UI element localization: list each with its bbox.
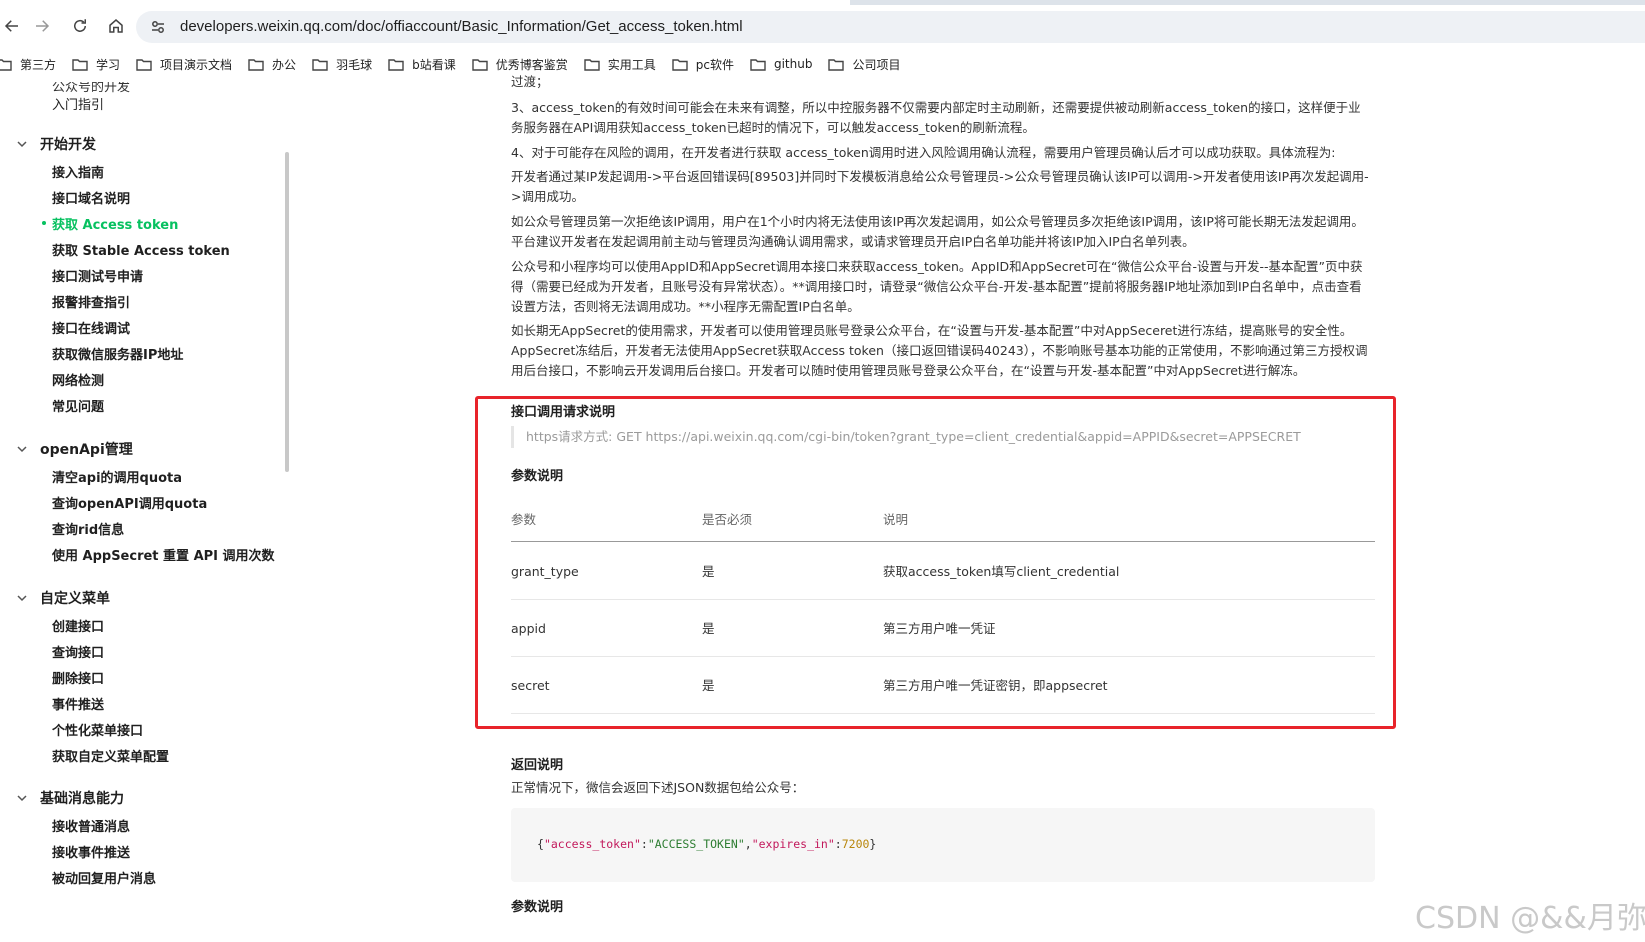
bookmark-label: pc软件 [695, 57, 734, 72]
red-highlight-annotation [475, 396, 1396, 729]
bookmark-folder[interactable]: github [750, 57, 812, 71]
back-icon[interactable] [0, 14, 24, 38]
home-icon[interactable] [104, 14, 128, 38]
folder-icon [248, 58, 264, 71]
bookmark-folder[interactable]: 办公 [248, 56, 296, 73]
sidebar-item[interactable]: 接口测试号申请 [52, 266, 143, 285]
sidebar-item[interactable]: 接收事件推送 [52, 842, 130, 861]
paragraph-3: 3、access_token的有效时间可能会在未来有调整，所以中控服务器不仅需要… [511, 100, 1361, 135]
folder-icon [472, 58, 488, 71]
sidebar-group-title: 基础消息能力 [40, 791, 124, 807]
sidebar-item[interactable]: 被动回复用户消息 [52, 868, 156, 887]
sidebar-group-header[interactable]: 自定义菜单 [0, 588, 110, 608]
json-code: {"access_token":"ACCESS_TOKEN","expires_… [537, 837, 877, 851]
sidebar-group-header[interactable]: openApi管理 [0, 439, 133, 459]
bookmark-folder[interactable]: 公司项目 [828, 56, 900, 73]
browser-toolbar: developers.weixin.qq.com/doc/offiaccount… [0, 5, 1645, 47]
bookmark-folder[interactable]: pc软件 [672, 56, 734, 73]
bookmark-label: 第三方 [20, 57, 57, 72]
paragraph-6: 如公众号管理员第一次拒绝该IP调用，用户在1个小时内将无法使用该IP再次发起调用… [511, 214, 1364, 249]
sidebar-group-header[interactable]: 开始开发 [0, 134, 96, 154]
sidebar-item[interactable]: 接收普通消息 [52, 816, 130, 835]
paragraph-5: 开发者通过某IP发起调用->平台返回错误码[89503]并同时下发模板消息给公众… [511, 169, 1369, 204]
reload-icon[interactable] [68, 14, 92, 38]
sidebar-item[interactable]: 获取 Stable Access token [52, 240, 230, 259]
bookmark-label: 优秀博客鉴赏 [495, 57, 568, 72]
sidebar-item[interactable]: 接口域名说明 [52, 188, 130, 207]
sidebar-group-title: 开始开发 [40, 137, 96, 153]
chevron-down-icon [17, 446, 27, 453]
folder-icon [312, 58, 328, 71]
sidebar-item[interactable]: 获取微信服务器IP地址 [52, 344, 183, 363]
sidebar-item[interactable]: 查询接口 [52, 642, 104, 661]
sidebar-scrollbar[interactable] [285, 152, 289, 472]
bookmark-folder[interactable]: 优秀博客鉴赏 [472, 56, 568, 73]
code-block: {"access_token":"ACCESS_TOKEN","expires_… [511, 808, 1375, 882]
params-section-title-2: 参数说明 [511, 900, 564, 915]
sidebar-item[interactable]: 入门指引 [52, 94, 104, 113]
sidebar-item[interactable]: 查询rid信息 [52, 519, 124, 538]
sidebar-item[interactable]: 获取 Access token [41, 214, 178, 233]
bookmark-folder[interactable]: 第三方 [0, 56, 56, 73]
sidebar-item[interactable]: 使用 AppSecret 重置 API 调用次数 [52, 545, 275, 564]
bookmark-label: 羽毛球 [336, 57, 373, 72]
sidebar-group-header[interactable]: 基础消息能力 [0, 788, 124, 808]
sidebar-group-title: 自定义菜单 [40, 591, 110, 607]
sidebar-item[interactable]: 获取自定义菜单配置 [52, 746, 169, 765]
folder-icon [672, 58, 688, 71]
site-settings-icon[interactable] [150, 19, 166, 35]
sidebar-item[interactable]: 接入指南 [52, 162, 104, 181]
folder-icon [0, 58, 12, 71]
partial-paragraph: 过渡； [511, 74, 549, 89]
paragraph-4: 4、对于可能存在风险的调用，在开发者进行获取 access_token调用时进入… [511, 145, 1336, 160]
sidebar-item[interactable]: 个性化菜单接口 [52, 720, 143, 739]
folder-icon [584, 58, 600, 71]
bookmark-label: 学习 [96, 57, 121, 72]
sidebar-item[interactable]: 清空api的调用quota [52, 467, 182, 486]
sidebar-item[interactable]: 接口在线调试 [52, 318, 130, 337]
bookmark-folder[interactable]: 项目演示文档 [136, 56, 232, 73]
sidebar-item[interactable]: 网络检测 [52, 370, 104, 389]
sidebar-item[interactable]: 创建接口 [52, 616, 104, 635]
doc-sidebar: 公众号的开发 入门指引 开始开发 接入指南 接口域名说明 获取 Access token 获… [0, 82, 290, 942]
bookmark-label: 实用工具 [607, 57, 656, 72]
folder-icon [828, 58, 845, 71]
bookmark-label: 公司项目 [852, 57, 901, 72]
paragraph-7: 公众号和小程序均可以使用AppID和AppSecret调用本接口来获取acces… [511, 259, 1363, 314]
paragraph-8: 如长期无AppSecret的使用需求，开发者可以使用管理员账号登录公众平台，在“… [511, 323, 1368, 378]
bookmark-label: 办公 [272, 57, 297, 72]
address-bar[interactable]: developers.weixin.qq.com/doc/offiaccount… [136, 11, 1645, 43]
sidebar-item[interactable]: 删除接口 [52, 668, 104, 687]
sidebar-item[interactable]: 查询openAPI调用quota [52, 493, 207, 512]
return-description: 正常情况下，微信会返回下述JSON数据包给公众号： [511, 780, 805, 795]
watermark: CSDN @&&月弥 [1415, 901, 1645, 936]
folder-icon [72, 58, 88, 71]
chevron-down-icon [17, 595, 27, 602]
forward-icon[interactable] [30, 14, 54, 38]
bookmark-folder[interactable]: 学习 [72, 56, 120, 73]
bookmark-label: b站看课 [412, 57, 456, 72]
sidebar-item[interactable]: 常见问题 [52, 396, 104, 415]
bookmark-label: github [773, 57, 813, 71]
return-section-title: 返回说明 [511, 758, 564, 773]
folder-icon [750, 58, 766, 71]
chevron-down-icon [17, 141, 27, 148]
bookmark-label: 项目演示文档 [160, 57, 233, 72]
bookmark-folder[interactable]: 实用工具 [584, 56, 656, 73]
bookmark-folder[interactable]: 羽毛球 [312, 56, 372, 73]
folder-icon [388, 58, 404, 71]
sidebar-item[interactable]: 事件推送 [52, 694, 104, 713]
folder-icon [136, 58, 152, 71]
sidebar-group-title: openApi管理 [40, 442, 133, 458]
bookmark-folder[interactable]: b站看课 [388, 56, 456, 73]
sidebar-item[interactable]: 报警排查指引 [52, 292, 130, 311]
url-text[interactable]: developers.weixin.qq.com/doc/offiaccount… [180, 18, 743, 35]
chevron-down-icon [17, 795, 27, 802]
